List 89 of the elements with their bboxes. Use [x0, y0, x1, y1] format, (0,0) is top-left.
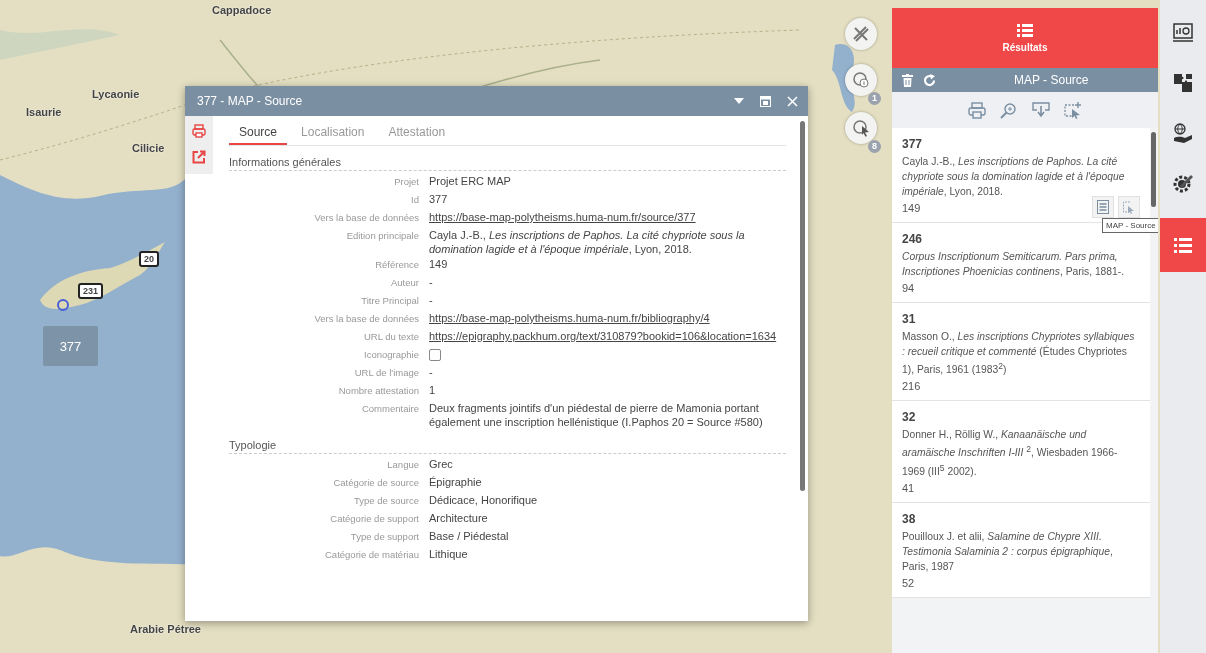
field-label: Id	[410, 193, 419, 207]
map-label: Arabie Pétree	[130, 623, 201, 635]
panel-subtitle: MAP - Source	[1014, 73, 1089, 87]
select-add-icon[interactable]	[1064, 101, 1082, 119]
field-value: Épigraphie	[429, 475, 482, 489]
checkbox[interactable]	[429, 349, 441, 361]
field-label: Vers la base de données	[313, 312, 419, 326]
list-icon	[1017, 23, 1033, 37]
map-tooltip: 377	[43, 326, 98, 366]
field-label: URL de l'image	[353, 366, 419, 380]
field-label: Type de support	[349, 530, 419, 544]
field-label: Auteur	[390, 276, 419, 290]
result-number: 377	[902, 137, 924, 151]
result-citation: Cayla J.-B., Les inscriptions de Paphos. La cité chypriote sous la domination lagide et à l'époque impériale, Lyon, 2018.	[902, 155, 1126, 199]
cluster-marker[interactable]: 20	[139, 251, 159, 267]
link[interactable]: https://epigraphy.packhum.org/text/310879?bookid=106&location=1634	[429, 329, 777, 343]
field-value: Projet ERC MAP	[429, 174, 511, 188]
field-value: -	[429, 275, 433, 289]
download-icon[interactable]	[1032, 101, 1050, 119]
field-value: Dédicace, Honorifique	[429, 493, 538, 507]
field-value: -	[429, 293, 433, 307]
field-value: Cayla J.-B., Les inscriptions de Paphos. La cité chypriote sous la domination lagide et à l'époque impériale, Lyon, 2018.	[429, 228, 746, 256]
section-heading: Typologie	[229, 439, 786, 454]
result-number: 38	[902, 512, 917, 527]
field-value: 1	[429, 383, 436, 397]
external-link-icon[interactable]	[192, 150, 206, 164]
result-citation: Pouilloux J. et alii, Salamine de Chypre XIII. Testimonia Salaminia 2 : corpus épigraphique, Paris, 1987	[902, 530, 1114, 575]
result-number: 32	[902, 410, 917, 425]
result-citation: Masson O., Les inscriptions Chypriotes syllabiques : recueil critique et commenté (Études Chypriotes 1), Paris, 1961 (1983$^{2}$)	[902, 330, 1136, 378]
field-label: Langue	[386, 458, 419, 472]
result-card[interactable]: 32 Donner H., Röllig W., Kanaanäische und aramäische Inschriften I-III $^{2}$, Wiesbaden 1966-1969 (III$^{5}$ 2002). 41	[892, 401, 1150, 504]
link[interactable]: https://base-map-polytheisms.huma-num.fr/source/377	[429, 210, 696, 224]
result-reference: 149	[902, 202, 921, 214]
field-label: Projet	[393, 175, 419, 189]
field-value: Base / Piédestal	[429, 529, 509, 543]
result-citation: Donner H., Röllig W., Kanaanäische und aramäische Inschriften I-III $^{2}$, Wiesbaden 1966-1969 (III$^{5}$ 2002).	[902, 428, 1119, 480]
scrollbar-thumb[interactable]	[1151, 132, 1156, 207]
document-icon[interactable]	[1092, 196, 1114, 218]
field-label: Nombre attestation	[337, 384, 419, 398]
field-label: Vers la base de données	[313, 211, 419, 225]
result-number: 246	[902, 232, 924, 246]
field-value: 149	[429, 257, 448, 271]
section-heading: Informations générales	[229, 156, 786, 171]
location-marker[interactable]	[57, 299, 69, 311]
close-icon[interactable]	[787, 95, 798, 107]
result-card[interactable]: 31 Masson O., Les inscriptions Chypriotes syllabiques : recueil critique et commenté (Études Chypriotes 1), Paris, 1961 (1983$^{2}$) 216	[892, 303, 1150, 402]
result-reference: 52	[902, 577, 915, 590]
field-label: Commentaire	[360, 402, 419, 416]
map-label: Lycaonie	[92, 88, 140, 100]
field-label: Titre Principal	[360, 294, 419, 308]
field-value: -	[429, 365, 433, 379]
trash-icon[interactable]	[902, 73, 913, 87]
result-reference: 216	[902, 380, 921, 393]
map-label: Isaurie	[26, 106, 62, 118]
map-label: Cappadoce	[212, 4, 272, 16]
result-number: 31	[902, 312, 917, 326]
result-reference: 41	[902, 482, 915, 495]
scrollbar-thumb[interactable]	[800, 121, 805, 491]
cluster-marker[interactable]: 231	[78, 283, 104, 299]
result-card[interactable]: 38 Pouilloux J. et alii, Salamine de Chypre XIII. Testimonia Salaminia 2 : corpus épigraphique, Paris, 1987 52	[892, 503, 1150, 599]
list-icon[interactable]	[1160, 218, 1206, 272]
field-label: Référence	[374, 258, 419, 272]
print-icon[interactable]	[968, 101, 986, 119]
window-title: 377 - MAP - Source	[197, 94, 304, 108]
field-label: Catégorie de support	[329, 512, 419, 526]
select-add-icon[interactable]	[1118, 196, 1140, 218]
field-value: Grec	[429, 457, 453, 471]
map-label: Cilicie	[132, 142, 165, 154]
field-value: 377	[429, 192, 448, 206]
tab[interactable]: Source	[229, 120, 288, 145]
caret-icon[interactable]	[734, 98, 744, 104]
print-icon[interactable]	[192, 124, 206, 138]
tooltip: MAP - Source	[1102, 218, 1158, 233]
field-label: Catégorie de source	[332, 476, 419, 490]
field-label: Iconographie	[363, 348, 419, 362]
field-label: Type de source	[353, 494, 419, 508]
refresh-icon[interactable]	[923, 73, 936, 87]
field-label: URL du texte	[362, 330, 419, 344]
link[interactable]: https://base-map-polytheisms.huma-num.fr/bibliography/4	[429, 311, 710, 325]
field-value: Deux fragments jointifs d'un piédestal de pierre de Mamonia portant également une inscription hellénistique (I.Paphos 20 = Source #580)	[429, 401, 764, 429]
restore-icon[interactable]	[760, 95, 771, 107]
result-reference: 94	[902, 282, 915, 294]
zoom-icon[interactable]	[1000, 101, 1018, 119]
field-label: Catégorie de matériau	[324, 548, 419, 562]
field-value: Architecture	[429, 511, 488, 525]
panel-title: Résultats	[1002, 41, 1048, 53]
result-citation: Corpus Inscriptionum Semiticarum. Pars prima, Inscriptiones Phoenicias continens, Paris, 1881-.	[902, 250, 1126, 279]
field-label: Edition principale	[345, 229, 419, 243]
field-value: Lithique	[429, 547, 468, 561]
